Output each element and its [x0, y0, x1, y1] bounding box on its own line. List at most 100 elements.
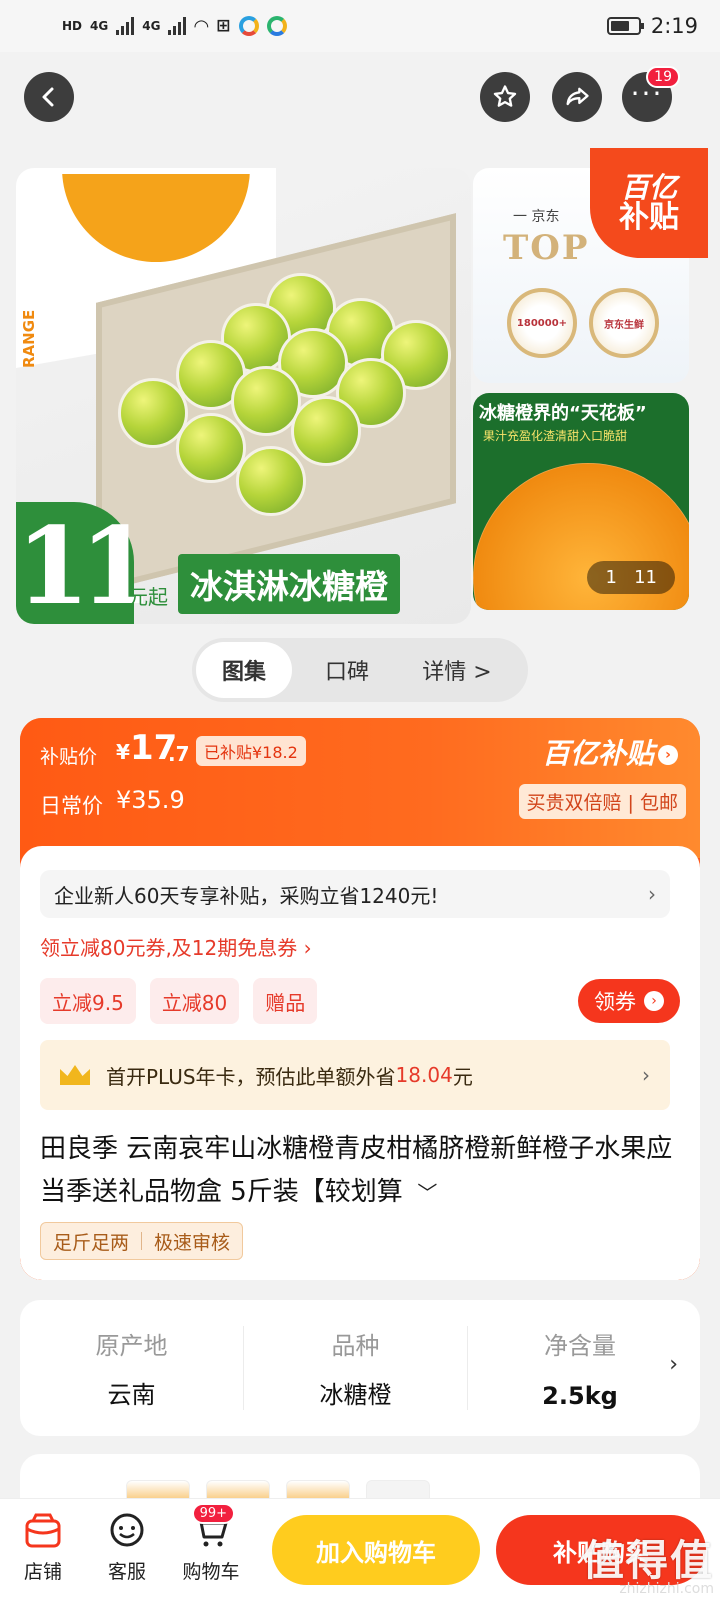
- tab-details[interactable]: 详情 >: [402, 642, 512, 698]
- cart-icon: 99+: [191, 1503, 235, 1551]
- product-attributes[interactable]: 原产地 云南 品种 冰糖橙 净含量 2.5kg ›: [20, 1300, 700, 1436]
- app-icon-2: [266, 16, 287, 36]
- chevron-right-icon: ›: [669, 1352, 678, 1377]
- tab-gallery[interactable]: 图集: [196, 642, 292, 698]
- shop-button[interactable]: 店铺: [8, 1511, 78, 1584]
- service-tag: 足斤足两: [53, 1231, 130, 1254]
- service-tags: 足斤足两 极速审核: [40, 1222, 244, 1260]
- attribute-variety: 品种 冰糖橙: [244, 1326, 468, 1410]
- enterprise-subsidy-text: 企业新人60天专享补贴，采购立省1240元!: [54, 883, 439, 908]
- app-icon-1: [238, 16, 259, 36]
- status-bar: HD 4G 4G ◠ ⊞ 2:19: [0, 0, 720, 52]
- gift-chip[interactable]: 赠品: [253, 978, 318, 1024]
- favorite-button[interactable]: [480, 72, 530, 122]
- chevron-left-icon: [42, 87, 54, 107]
- main-product-image[interactable]: RANGE 11 元起 冰淇淋冰糖橙: [16, 168, 471, 624]
- attribute-value: 云南: [107, 1381, 156, 1409]
- network-2-label: 4G: [142, 19, 161, 33]
- customer-service-label: 客服: [107, 1561, 146, 1583]
- signal-icon-2: [168, 17, 187, 35]
- price-card: 补贴价 ¥ 17 .7 已补贴¥18.2 日常价 ¥35.9 百亿补贴 › 买贵双…: [20, 718, 700, 1280]
- add-to-cart-button[interactable]: 加入购物车: [272, 1515, 480, 1585]
- share-button[interactable]: [552, 72, 602, 122]
- counter-current: 1: [605, 567, 617, 588]
- discount-chip[interactable]: 立减80: [149, 978, 240, 1024]
- attribute-net-weight: 净含量 2.5kg: [468, 1326, 692, 1410]
- attribute-value: 2.5kg: [542, 1382, 618, 1410]
- medal-badge: 180000+: [507, 288, 577, 358]
- medal-badge: 京东生鲜: [589, 288, 659, 358]
- chevron-right-icon: ›: [642, 1063, 650, 1087]
- back-button[interactable]: [24, 72, 74, 122]
- star-icon: [493, 85, 517, 107]
- subsidy-brand-text: 百亿补贴: [541, 737, 654, 770]
- product-title[interactable]: 田良季 云南哀牢山冰糖橙青皮柑橘脐橙新鲜橙子水果应当季送礼品物盒 5斤装【较划算…: [40, 1128, 680, 1215]
- chat-icon: [107, 1511, 147, 1551]
- watermark-text: 值得值: [581, 1536, 714, 1585]
- network-1-label: 4G: [90, 19, 109, 33]
- orange-fruit: [291, 396, 361, 466]
- box-side-text: RANGE: [20, 309, 38, 368]
- subsidy-corner-line2: 补贴: [619, 199, 679, 235]
- starting-price-suffix: 元起: [128, 585, 168, 609]
- side-image-orange[interactable]: 冰糖橙界的“天花板” 果汁充盈化渣清甜入口脆甜 1 11: [473, 393, 689, 610]
- enterprise-subsidy-row[interactable]: 企业新人60天专享补贴，采购立省1240元! ›: [40, 870, 670, 918]
- top-label: TOP: [503, 228, 590, 268]
- subsidized-amount-pill: 已补贴¥18.2: [196, 736, 306, 766]
- discount-chips: 立减9.5 立减80 赠品: [40, 978, 318, 1024]
- tab-reviews[interactable]: 口碑: [292, 642, 402, 698]
- more-button[interactable]: ··· 19: [622, 66, 680, 122]
- daily-price-label: 日常价: [40, 794, 103, 818]
- clock: 2:19: [650, 14, 698, 38]
- product-title-text: 田良季 云南哀牢山冰糖橙青皮柑橘脐橙新鲜橙子水果应当季送礼品物盒 5斤装【较划算: [40, 1134, 673, 1207]
- product-name-tag: 冰淇淋冰糖橙: [178, 554, 400, 614]
- side1-caption: 一 京东: [513, 209, 560, 225]
- subsidy-corner-badge: 百亿 补贴: [590, 148, 708, 258]
- chevron-right-icon: ›: [658, 745, 678, 765]
- coupon-info-link[interactable]: 领立减80元券,及12期免息券 ›: [40, 932, 312, 961]
- discount-chip[interactable]: 立减9.5: [40, 978, 136, 1024]
- signal-icon: [116, 17, 135, 35]
- subsidy-price-label: 补贴价: [40, 746, 98, 768]
- plus-membership-row[interactable]: 首开PLUS年卡，预估此单额外省 18.04 元 ›: [40, 1040, 670, 1110]
- cart-label: 购物车: [182, 1561, 240, 1583]
- wifi-icon: ◠: [194, 15, 209, 37]
- starting-price: 11: [16, 502, 154, 624]
- status-icons: HD 4G 4G ◠ ⊞: [62, 16, 287, 37]
- get-coupon-button[interactable]: 领券 ›: [578, 979, 680, 1023]
- subsidy-brand-link[interactable]: 百亿补贴 ›: [542, 732, 678, 772]
- battery-icon: [606, 17, 644, 35]
- subsidy-corner-line1: 百亿: [620, 170, 677, 204]
- attribute-key: 净含量: [544, 1332, 616, 1360]
- currency-symbol: ¥: [116, 740, 130, 764]
- daily-price: ¥35.9: [116, 786, 185, 814]
- subsidy-price-decimal: .7: [168, 742, 190, 766]
- customer-service-button[interactable]: 客服: [92, 1511, 162, 1584]
- chevron-right-icon: ›: [644, 991, 664, 1011]
- chevron-down-icon: ﹀: [411, 1181, 438, 1205]
- crown-icon: [60, 1065, 90, 1085]
- cart-button[interactable]: 99+ 购物车: [176, 1503, 246, 1584]
- share-icon: [566, 87, 589, 106]
- service-tag: 极速审核: [154, 1231, 231, 1254]
- promo-section: 企业新人60天专享补贴，采购立省1240元! › 领立减80元券,及12期免息券…: [20, 846, 700, 1280]
- orange-fruit: [176, 413, 246, 483]
- shop-label: 店铺: [23, 1561, 62, 1583]
- hd-icon: HD: [62, 19, 83, 33]
- attribute-value: 冰糖橙: [319, 1381, 392, 1409]
- plus-text: 首开PLUS年卡，预估此单额外省: [106, 1064, 396, 1089]
- image-counter: 1 11: [587, 561, 675, 594]
- counter-total: 11: [634, 567, 657, 588]
- shop-icon: [23, 1511, 63, 1551]
- plus-unit: 元: [452, 1064, 473, 1089]
- attribute-key: 品种: [331, 1332, 380, 1360]
- watermark: 值得值 zhizhizhi.com: [581, 1536, 714, 1597]
- chevron-right-icon: ›: [648, 882, 656, 906]
- plus-amount: 18.04: [395, 1063, 453, 1087]
- side2-subtitle: 果汁充盈化渣清甜入口脆甜: [483, 429, 628, 443]
- attribute-key: 原产地: [95, 1332, 168, 1360]
- attribute-origin: 原产地 云南: [20, 1326, 244, 1410]
- cart-count-badge: 99+: [191, 1503, 235, 1524]
- guarantee-badge[interactable]: 买贵双倍赔 | 包邮: [518, 784, 686, 819]
- price-overlay: 11 元起 冰淇淋冰糖橙: [16, 502, 471, 624]
